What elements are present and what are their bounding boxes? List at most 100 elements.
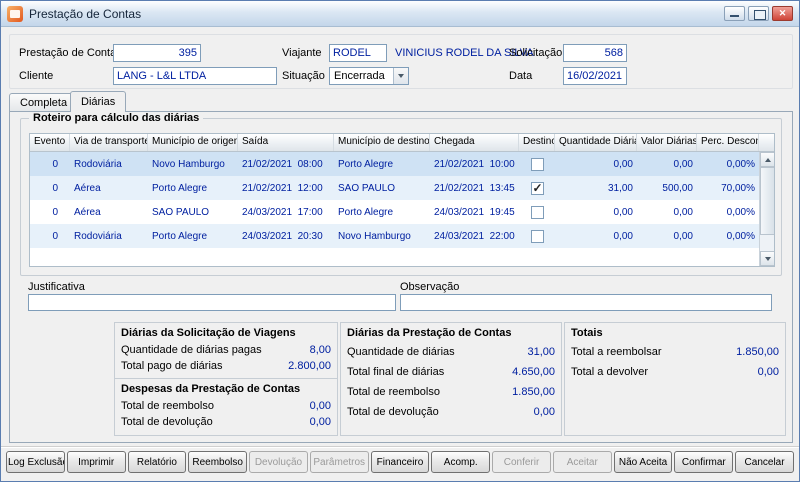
footer-separator	[1, 446, 799, 448]
cell-quantidade-diarias: 0,00	[613, 230, 633, 242]
scrollbar-thumb[interactable]	[760, 167, 774, 235]
summary-value: 0,00	[533, 406, 555, 418]
summary-value: 31,00	[527, 346, 555, 358]
cell-evento: 0	[52, 158, 58, 170]
cell-saida: 21/02/2021 08:00	[242, 158, 323, 170]
footer-button[interactable]: Devolução	[249, 451, 308, 473]
footer-button[interactable]: Conferir	[492, 451, 551, 473]
table-row[interactable]: 0 Rodoviária Novo Hamburgo 21/02/2021 08…	[30, 152, 759, 176]
situacao-select[interactable]: Encerrada	[329, 67, 409, 85]
cell-valor-diarias: 0,00	[673, 230, 693, 242]
destino-checkbox[interactable]	[530, 229, 544, 243]
cell-saida: 24/03/2021 20:30	[242, 230, 323, 242]
cliente-input[interactable]	[113, 67, 277, 85]
viajante-input[interactable]	[329, 44, 387, 62]
vertical-scrollbar[interactable]	[759, 152, 774, 266]
cell-quantidade-diarias: 0,00	[613, 206, 633, 218]
footer-button[interactable]: Acomp.	[431, 451, 491, 473]
solicitacao-input[interactable]	[563, 44, 627, 62]
summary-row: Total pago de diárias 2.800,00	[115, 358, 337, 374]
observacao-label: Observação	[400, 281, 460, 293]
column-header-quantidade-diarias: Quantidade Diárias	[555, 134, 637, 151]
destino-checkbox[interactable]	[530, 181, 544, 195]
summary-value: 8,00	[309, 344, 331, 356]
destino-checkbox[interactable]	[530, 205, 544, 219]
summary-row: Total final de diárias 4.650,00	[341, 362, 561, 382]
cell-chegada: 24/03/2021 22:00	[434, 230, 515, 242]
table-row[interactable]: 0 Aérea SAO PAULO 24/03/2021 17:00 Porto…	[30, 200, 759, 224]
cell-saida: 21/02/2021 12:00	[242, 182, 323, 194]
footer-button[interactable]: Financeiro	[370, 451, 430, 473]
summary-row: Total de devolução 0,00	[115, 414, 337, 430]
observacao-input[interactable]	[400, 294, 772, 311]
summary-row: Total de reembolso 0,00	[115, 398, 337, 414]
summary-row: Total a reembolsar 1.850,00	[565, 342, 785, 362]
roteiro-grid: Evento Via de transporte Município de or…	[29, 133, 775, 267]
cell-municipio-de-origem: SAO PAULO	[152, 206, 210, 218]
cell-destino	[519, 205, 555, 219]
footer-button[interactable]: Imprimir	[66, 451, 126, 473]
cell-via-de-transporte: Aérea	[74, 182, 101, 194]
cell-municipio-de-destino: Novo Hamburgo	[338, 230, 411, 242]
column-header-destino: Destino	[519, 134, 555, 151]
totais-title: Totais	[571, 327, 603, 339]
cliente-label: Cliente	[19, 70, 54, 82]
footer-button[interactable]: Aceitar	[552, 451, 612, 473]
diarias-prestacao-title: Diárias da Prestação de Contas	[347, 327, 512, 339]
cell-destino	[519, 157, 555, 171]
cell-quantidade-diarias: 0,00	[613, 158, 633, 170]
footer-button[interactable]: Não Aceita	[613, 451, 673, 473]
cell-municipio-de-origem: Novo Hamburgo	[152, 158, 225, 170]
summary-label: Quantidade de diárias	[347, 346, 455, 358]
summary-label: Total a devolver	[571, 366, 649, 378]
diarias-prestacao-panel: Diárias da Prestação de Contas Quantidad…	[340, 322, 562, 436]
chevron-down-icon[interactable]	[393, 68, 408, 84]
summary-value: 0,00	[757, 366, 779, 378]
cell-via-de-transporte: Aérea	[74, 206, 101, 218]
data-input[interactable]	[563, 67, 627, 85]
table-row[interactable]: 0 Aérea Porto Alegre 21/02/2021 12:00 SA…	[30, 176, 759, 200]
prestacao-input[interactable]	[113, 44, 201, 62]
cell-evento: 0	[52, 182, 58, 194]
cell-municipio-de-destino: Porto Alegre	[338, 158, 394, 170]
justificativa-input[interactable]	[28, 294, 396, 311]
diarias-tab-panel: Roteiro para cálculo das diárias Evento …	[9, 111, 793, 443]
data-label: Data	[509, 70, 533, 82]
cell-municipio-de-origem: Porto Alegre	[152, 182, 208, 194]
summary-label: Quantidade de diárias pagas	[121, 344, 262, 356]
despesas-prestacao-title: Despesas da Prestação de Contas	[121, 383, 301, 395]
cell-valor-diarias: 0,00	[673, 158, 693, 170]
footer-button[interactable]: Confirmar	[674, 451, 734, 473]
footer-button[interactable]: Cancelar	[735, 451, 794, 473]
maximize-icon[interactable]	[748, 6, 769, 21]
cell-valor-diarias: 0,00	[673, 206, 693, 218]
footer-button[interactable]: Reembolso	[188, 451, 248, 473]
footer-button[interactable]: Relatório	[127, 451, 187, 473]
footer-button[interactable]: Parâmetros	[309, 451, 369, 473]
title-bar[interactable]: Prestação de Contas	[1, 1, 799, 27]
destino-checkbox[interactable]	[530, 157, 544, 171]
footer-button-bar: Log Exclusão Imprimir Relatório Reembols…	[6, 451, 794, 473]
close-icon[interactable]	[772, 6, 793, 21]
column-header-perc-desconto: Perc. Desconto	[697, 134, 759, 151]
grid-body: 0 Rodoviária Novo Hamburgo 21/02/2021 08…	[30, 152, 759, 266]
minimize-icon[interactable]	[724, 6, 745, 21]
cell-valor-diarias: 500,00	[662, 182, 693, 194]
prestacao-de-contas-window: Prestação de Contas Prestação de Contas …	[0, 0, 800, 482]
scrollbar-up-icon[interactable]	[760, 152, 774, 167]
viajante-label: Viajante	[282, 47, 322, 59]
cell-perc-desconto: 0,00%	[726, 230, 755, 242]
summary-value: 1.850,00	[512, 386, 555, 398]
column-header-municipio-de-destino: Município de destino	[334, 134, 430, 151]
summary-value: 0,00	[309, 416, 331, 428]
tab-diarias[interactable]: Diárias	[70, 91, 127, 112]
cell-municipio-de-destino: Porto Alegre	[338, 206, 394, 218]
cell-evento: 0	[52, 230, 58, 242]
cell-destino	[519, 181, 555, 195]
summary-label: Total de devolução	[121, 416, 213, 428]
footer-button[interactable]: Log Exclusão	[6, 451, 65, 473]
tab-completa[interactable]: Completa	[9, 93, 79, 112]
scrollbar-down-icon[interactable]	[760, 251, 774, 266]
table-row[interactable]: 0 Rodoviária Porto Alegre 24/03/2021 20:…	[30, 224, 759, 248]
roteiro-group-title: Roteiro para cálculo das diárias	[29, 112, 204, 124]
